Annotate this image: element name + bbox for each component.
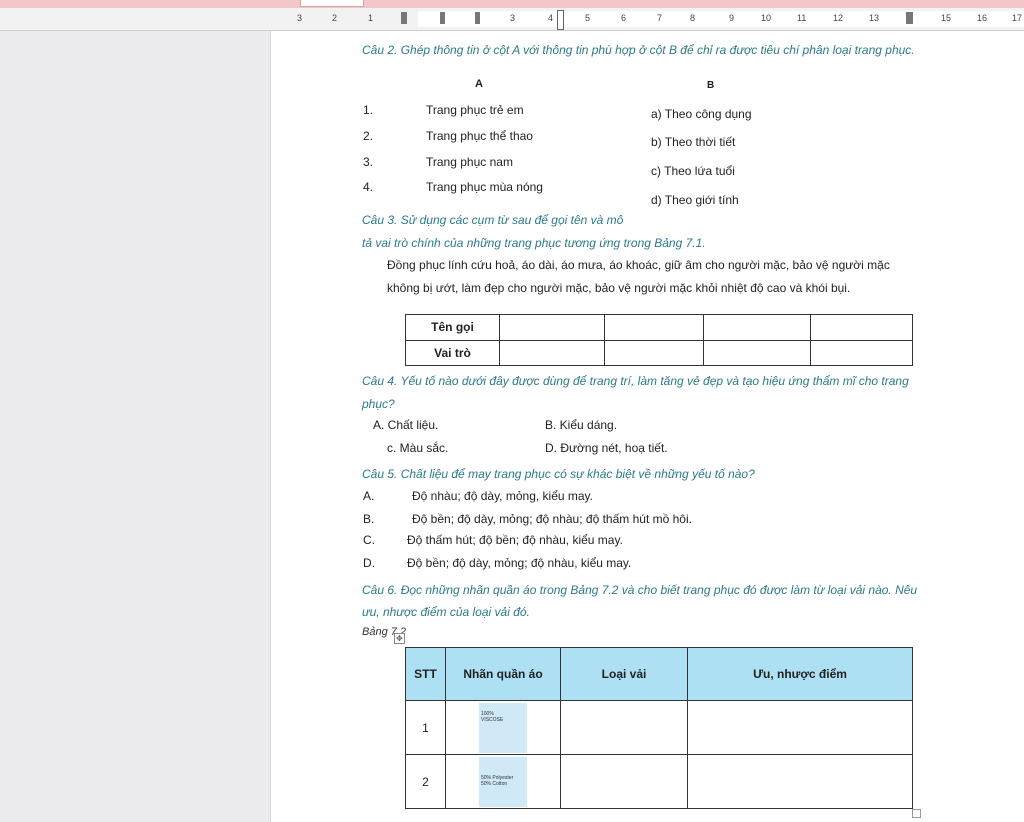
column-b-item: c) Theo lứa tuổi	[651, 164, 735, 178]
table-cell[interactable]	[703, 339, 811, 366]
column-a-item: Trang phục mùa nóng	[426, 180, 543, 194]
table-cell[interactable]	[604, 339, 704, 366]
option-letter: D.	[363, 556, 375, 570]
label-text: VISCOSE	[481, 716, 504, 723]
ruler-number: 6	[621, 13, 627, 23]
ruler-number: 2	[332, 13, 338, 23]
clothing-label-cell: 100% VISCOSE	[445, 700, 561, 755]
table-cell[interactable]	[604, 314, 704, 341]
option-text: Độ thấm hút; độ bền; độ nhàu, kiểu may.	[407, 533, 623, 547]
table-cell[interactable]	[499, 314, 605, 341]
header-cell: STT	[405, 647, 446, 701]
table-row: Tên gọi	[405, 314, 913, 341]
table-row: 2 50% Polyester 50% Cotton	[405, 754, 913, 809]
table-cell[interactable]	[560, 754, 688, 809]
column-b-item: b) Theo thời tiết	[651, 135, 736, 149]
option-letter: A.	[363, 489, 375, 503]
tab-stop-marker[interactable]	[475, 12, 480, 24]
option-letter: C.	[363, 533, 375, 547]
question-4-title-line1: Câu 4. Yếu tố nào dưới đây được dùng để …	[362, 374, 909, 388]
left-margin-area	[0, 31, 271, 822]
tab-stop-marker[interactable]	[440, 12, 445, 24]
horizontal-ruler[interactable]: 3 2 1 3 4 5 6 7 8 9 10 11 12 13 15 16 17	[0, 8, 1024, 31]
ruler-number: 17	[1012, 13, 1023, 23]
question-3-title-line1: Câu 3. Sử dụng các cụm từ sau để gọi tên…	[362, 213, 624, 227]
question-3-title-line2: tả vai trò chính của những trang phục tư…	[362, 236, 706, 250]
ruler-number: 7	[657, 13, 663, 23]
ruler-number: 5	[585, 13, 591, 23]
option-text: Độ nhàu; độ dày, mỏng, kiểu may.	[412, 489, 593, 503]
column-a-number: 3.	[363, 155, 374, 169]
row-header: Vai trò	[405, 339, 500, 366]
table-row: 1 100% VISCOSE	[405, 700, 913, 755]
table-header-row: STT Nhãn quần áo Loại vải Ưu, nhược điểm	[405, 647, 913, 701]
clothing-label-cell: 50% Polyester 50% Cotton	[445, 754, 561, 809]
option-c: c. Màu sắc.	[387, 441, 449, 455]
ruler-number: 16	[977, 13, 988, 23]
option-letter: B.	[363, 512, 375, 526]
question-6-title-line2: ưu, nhược điểm của loại vải đó.	[362, 605, 530, 619]
option-d: D. Đường nét, hoạ tiết.	[545, 441, 668, 455]
window-top-strip	[0, 0, 1024, 8]
clothing-label-image: 50% Polyester 50% Cotton	[479, 756, 527, 807]
header-cell: Ưu, nhược điểm	[687, 647, 913, 701]
row-header: Tên gọi	[405, 314, 500, 341]
title-tab[interactable]	[300, 0, 364, 7]
ruler-number: 10	[761, 13, 772, 23]
table-cell[interactable]	[810, 339, 913, 366]
ruler-number: 15	[941, 13, 952, 23]
column-a-item: Trang phục nam	[426, 155, 513, 169]
stt-cell: 1	[405, 700, 446, 755]
column-a-number: 1.	[363, 103, 374, 117]
header-cell: Loại vải	[560, 647, 688, 701]
table-cell[interactable]	[560, 700, 688, 755]
ruler-number: 3	[297, 13, 303, 23]
ruler-number: 3	[510, 13, 516, 23]
ruler-number: 13	[869, 13, 880, 23]
ruler-number: 11	[797, 13, 807, 23]
ruler-number: 12	[833, 13, 844, 23]
question-2-title: Câu 2. Ghép thông tin ở cột A với thông …	[362, 43, 915, 57]
table-7-2: STT Nhãn quần áo Loại vải Ưu, nhược điểm…	[405, 647, 913, 809]
table-cell[interactable]	[499, 339, 605, 366]
column-a-number: 4.	[363, 180, 374, 194]
ruler-number: 1	[368, 13, 374, 23]
stt-cell: 2	[405, 754, 446, 809]
column-a-heading: A	[475, 78, 483, 90]
left-indent-marker[interactable]	[401, 12, 407, 24]
ruler-number: 4	[548, 13, 554, 23]
ruler-number: 9	[729, 13, 735, 23]
column-b-item: d) Theo giới tính	[651, 193, 739, 207]
question-5-title: Câu 5. Chất liệu để may trang phục có sự…	[362, 467, 755, 481]
clothing-label-image: 100% VISCOSE	[479, 702, 527, 753]
column-b-item: a) Theo công dụng	[651, 107, 752, 121]
table-cell[interactable]	[810, 314, 913, 341]
column-a-item: Trang phục thể thao	[426, 129, 533, 143]
ruler-number: 8	[690, 13, 696, 23]
table-move-handle-icon[interactable]: ✥	[394, 633, 405, 644]
question-4-title-line2: phục?	[362, 397, 395, 411]
option-text: Độ bền; độ dày, mỏng; độ nhàu; độ thấm h…	[412, 512, 692, 526]
question-6-title-line1: Câu 6. Đọc những nhãn quần áo trong Bảng…	[362, 583, 918, 597]
right-indent-marker[interactable]	[906, 12, 913, 24]
question-3-body-line1: Đồng phục lính cứu hoả, áo dài, áo mưa, …	[387, 258, 890, 272]
label-text: 50% Cotton	[481, 780, 508, 787]
column-b-heading: B	[707, 80, 715, 91]
column-a-number: 2.	[363, 129, 374, 143]
option-a: A. Chất liệu.	[373, 418, 439, 432]
table-cell[interactable]	[687, 700, 913, 755]
table-resize-handle[interactable]	[912, 809, 921, 818]
table-row: Vai trò	[405, 339, 913, 366]
column-a-item: Trang phục trẻ em	[426, 103, 524, 117]
question-3-body-line2: không bị ướt, làm đẹp cho người mặc, bảo…	[387, 281, 851, 295]
ruler-active-area	[418, 11, 1024, 27]
header-cell: Nhãn quần áo	[445, 647, 561, 701]
first-line-indent-marker[interactable]	[557, 10, 564, 30]
option-text: Độ bền; độ dày, mỏng; độ nhàu, kiểu may.	[407, 556, 632, 570]
option-b: B. Kiểu dáng.	[545, 418, 618, 432]
table-cell[interactable]	[703, 314, 811, 341]
table-7-1: Tên gọi Vai trò	[405, 314, 913, 366]
table-cell[interactable]	[687, 754, 913, 809]
